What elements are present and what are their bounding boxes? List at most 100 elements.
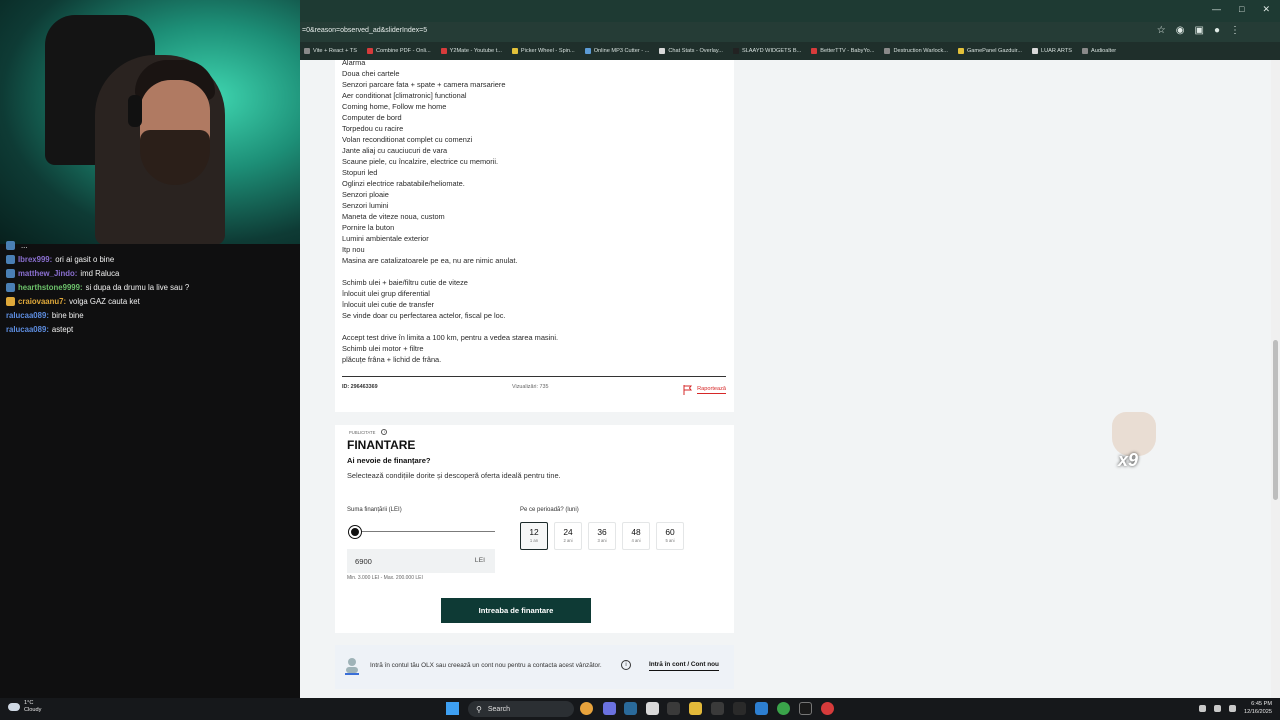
period-years: 1 an xyxy=(529,538,539,543)
scrollbar-thumb[interactable] xyxy=(1273,340,1278,500)
windows-start-icon[interactable] xyxy=(446,702,459,715)
chat-badge-icon xyxy=(6,241,15,250)
ad-id: ID: 296463369 xyxy=(342,384,378,390)
chevron-up-icon[interactable] xyxy=(1199,704,1206,712)
volume-icon[interactable] xyxy=(1229,704,1236,712)
minimize-icon[interactable]: — xyxy=(1212,4,1221,15)
bookmark-label: Online MP3 Cutter - ... xyxy=(593,48,650,54)
steam-icon[interactable] xyxy=(624,702,637,715)
description-line: Doua chei cartele xyxy=(342,69,400,78)
amount-slider-handle[interactable] xyxy=(349,526,361,538)
bookmark-item[interactable]: Picker Wheel - Spin... xyxy=(511,48,575,54)
bookmark-item[interactable]: Destruction Warlock... xyxy=(884,48,948,54)
chat-badge-icon xyxy=(6,297,15,306)
puzzle-icon[interactable]: ▣ xyxy=(1195,25,1204,36)
description-line: Pornire la buton xyxy=(342,223,395,232)
chat-username[interactable]: craiovaanu7: xyxy=(18,297,66,306)
amount-slider[interactable] xyxy=(351,531,495,532)
app-icon[interactable] xyxy=(821,702,834,715)
bookmark-favicon-icon xyxy=(584,48,591,54)
star-icon[interactable]: ☆ xyxy=(1157,25,1166,36)
description-line: Accept test drive în limita a 100 km, pe… xyxy=(342,333,559,342)
description-line: Oglinzi electrice rabatabile/heliomate. xyxy=(342,179,465,188)
bookmark-favicon-icon xyxy=(1081,48,1088,54)
description-line: Torpedou cu racire xyxy=(342,124,404,133)
bookmark-item[interactable]: Vite + React + TS xyxy=(304,48,357,54)
info-icon[interactable]: i xyxy=(381,429,388,435)
file-explorer-icon[interactable] xyxy=(689,702,702,715)
app-icon[interactable] xyxy=(733,702,746,715)
bookmark-favicon-icon xyxy=(957,48,964,54)
sponsored-label: PUBLICITATE xyxy=(349,429,376,435)
bookmark-item[interactable]: Online MP3 Cutter - ... xyxy=(584,48,650,54)
bookmark-label: Chat Stats - Overlay... xyxy=(668,48,723,54)
period-option-36[interactable]: 36 3 ani xyxy=(588,522,616,550)
bookmark-favicon-icon xyxy=(732,48,739,54)
description-line: Senzori ploaie xyxy=(342,190,389,199)
chat-text: imd Raluca xyxy=(80,269,120,278)
ask-financing-button[interactable]: Intreaba de finantare xyxy=(441,598,591,623)
profile-icon[interactable]: ● xyxy=(1214,25,1220,36)
description-line: Schimb ulei + baie/filtru cutie de vitez… xyxy=(342,278,468,287)
date: 12/16/2025 xyxy=(1244,709,1272,715)
description-line: Senzori parcare fata + spate + camera ma… xyxy=(342,80,506,89)
info-icon[interactable]: i xyxy=(621,660,631,670)
period-months: 12 xyxy=(529,527,539,537)
sponsored-tag: PUBLICITATE i xyxy=(349,429,388,435)
app-icon[interactable] xyxy=(711,702,724,715)
app-icon[interactable] xyxy=(646,702,659,715)
chat-username[interactable]: matthew_Jindo: xyxy=(18,269,77,278)
period-option-48[interactable]: 48 4 ani xyxy=(622,522,650,550)
maximize-icon[interactable]: □ xyxy=(1239,4,1244,15)
discord-icon[interactable] xyxy=(603,702,616,715)
bookmark-item[interactable]: SLAAYD WIDGETS B... xyxy=(732,48,801,54)
period-months: 48 xyxy=(631,527,641,537)
bookmark-item[interactable]: Audioalter xyxy=(1081,48,1116,54)
chat-text: volga GAZ cauta ket xyxy=(69,297,140,306)
period-option-60[interactable]: 60 5 ani xyxy=(656,522,684,550)
app-icon[interactable] xyxy=(667,702,680,715)
menu-icon[interactable]: ⋮ xyxy=(1230,25,1240,36)
search-label: Search xyxy=(487,705,511,713)
chat-message: hearthstone9999: si dupa da drumu la live… xyxy=(6,283,189,292)
xbox-icon[interactable] xyxy=(777,702,790,715)
browser-title-bar: — □ ✕ xyxy=(300,0,1280,22)
chat-username[interactable]: ralucaa089: xyxy=(6,325,49,334)
bookmark-favicon-icon xyxy=(304,48,310,54)
period-option-12[interactable]: 12 1 an xyxy=(520,522,548,550)
chrome-icon[interactable] xyxy=(580,702,593,715)
report-button[interactable]: Raportează xyxy=(683,385,726,395)
taskbar-search[interactable]: ⚲ Search xyxy=(468,701,574,717)
close-icon[interactable]: ✕ xyxy=(1262,4,1270,15)
toolbar-icons: ☆ ◉ ▣ ● ⋮ xyxy=(1157,25,1240,36)
bookmark-item[interactable]: GamePanel Gazduir... xyxy=(957,48,1022,54)
bookmark-favicon-icon xyxy=(1032,48,1038,54)
chat-username[interactable]: Ibrex999: xyxy=(18,255,52,264)
address-bar[interactable]: =0&reason=observed_ad&sliderIndex=5 xyxy=(302,27,427,34)
app-icon[interactable] xyxy=(755,702,768,715)
weather-desc: Cloudy xyxy=(24,707,42,713)
amount-input[interactable]: 6900 LEI xyxy=(347,549,495,573)
chat-username[interactable]: ralucaa089: xyxy=(6,311,49,320)
amount-value: 6900 xyxy=(355,557,372,566)
clock[interactable]: 6:45 PM 12/16/2025 xyxy=(1244,700,1272,716)
amount-label: Suma finanțării (LEI) xyxy=(347,507,402,513)
period-option-24[interactable]: 24 2 ani xyxy=(554,522,582,550)
chat-badge-icon xyxy=(6,283,15,292)
chat-message: Ibrex999: ori ai gasit o bine xyxy=(6,255,114,264)
login-link[interactable]: Intră în cont / Cont nou xyxy=(649,661,719,671)
network-icon[interactable] xyxy=(1214,704,1221,712)
weather-widget[interactable]: 1°C Cloudy xyxy=(8,700,41,714)
bookmark-favicon-icon xyxy=(659,48,666,54)
description-line: Itp nou xyxy=(342,245,365,254)
bookmark-item[interactable]: BetterTTV - BabyYo... xyxy=(811,48,874,54)
bookmark-label: Picker Wheel - Spin... xyxy=(520,48,575,54)
bookmark-item[interactable]: Y2Mate - Youtube t... xyxy=(440,48,502,54)
bookmark-item[interactable]: LUAR ARTS xyxy=(1032,48,1072,54)
chat-username[interactable]: hearthstone9999: xyxy=(18,283,83,292)
bookmark-item[interactable]: Chat Stats - Overlay... xyxy=(659,48,723,54)
app-icon[interactable] xyxy=(799,702,812,715)
bookmark-item[interactable]: Combine PDF - Onli... xyxy=(366,48,431,54)
headset xyxy=(128,95,142,127)
extension-icon[interactable]: ◉ xyxy=(1176,25,1185,36)
